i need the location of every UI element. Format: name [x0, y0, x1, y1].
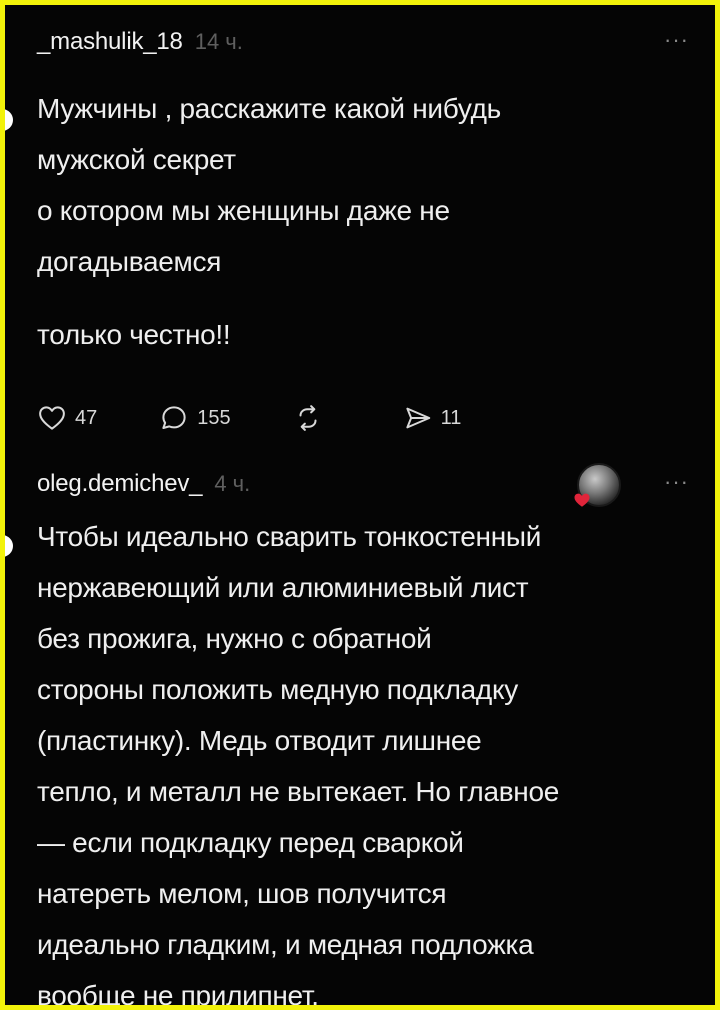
send-icon — [406, 407, 430, 429]
post-line: Мужчины , расскажите какой нибудь — [37, 93, 501, 124]
post-line: нержавеющий или алюминиевый лист — [37, 572, 529, 603]
comment-button[interactable]: 155 — [159, 403, 231, 433]
post-oleg: oleg.demichev_ 4 ч. ··· Чтобы идеально с… — [5, 463, 695, 1010]
post-body: Мужчины , расскажите какой нибудь мужско… — [37, 83, 695, 360]
post-line: вообще не прилипнет. — [37, 980, 319, 1010]
username-link[interactable]: oleg.demichev_ — [37, 470, 203, 498]
post-line: натереть мелом, шов получится — [37, 878, 447, 909]
screenshot-frame: _mashulik_18 14 ч. ··· Мужчины , расскаж… — [0, 0, 720, 1010]
post-line: мужской секрет — [37, 144, 236, 175]
post-mashulik: _mashulik_18 14 ч. ··· Мужчины , расскаж… — [5, 25, 695, 438]
post-body: Чтобы идеально сварить тонкостенный нерж… — [37, 511, 695, 1010]
post-line: о котором мы женщины даже не — [37, 195, 450, 226]
post-line: (пластинку). Медь отводит лишнее — [37, 725, 482, 756]
post-timestamp: 14 ч. — [194, 29, 243, 54]
repost-button[interactable] — [293, 403, 331, 433]
post-line: догадываемся — [37, 246, 222, 277]
post-actions: 47 155 11 — [37, 398, 695, 438]
share-button[interactable]: 11 — [403, 403, 462, 433]
comment-count: 155 — [197, 406, 231, 429]
post-line: тепло, и металл не вытекает. Но главное — [37, 776, 559, 807]
post-timestamp: 4 ч. — [214, 471, 251, 496]
heart-icon — [39, 406, 65, 430]
post-line: стороны положить медную подкладку — [37, 674, 518, 705]
post-header: oleg.demichev_ 4 ч. ··· — [37, 463, 695, 507]
share-count: 11 — [440, 406, 462, 429]
post-line: идеально гладким, и медная подложка — [37, 929, 534, 960]
thread-marker — [5, 535, 13, 557]
more-options-icon[interactable]: ··· — [664, 27, 689, 53]
heart-icon — [574, 493, 590, 507]
post-line: без прожига, нужно с обратной — [37, 623, 432, 654]
repost-icon — [299, 405, 317, 431]
post-line: Чтобы идеально сварить тонкостенный — [37, 521, 542, 552]
post-header: _mashulik_18 14 ч. ··· — [37, 25, 695, 59]
thread-marker — [5, 109, 13, 131]
like-button[interactable]: 47 — [37, 403, 97, 433]
comment-icon — [162, 406, 186, 429]
like-count: 47 — [75, 406, 98, 429]
more-options-icon[interactable]: ··· — [664, 469, 689, 495]
username-link[interactable]: _mashulik_18 — [37, 28, 183, 56]
post-line: только честно!! — [37, 319, 231, 350]
post-line: — если подкладку перед сваркой — [37, 827, 464, 858]
avatar[interactable] — [574, 463, 621, 507]
